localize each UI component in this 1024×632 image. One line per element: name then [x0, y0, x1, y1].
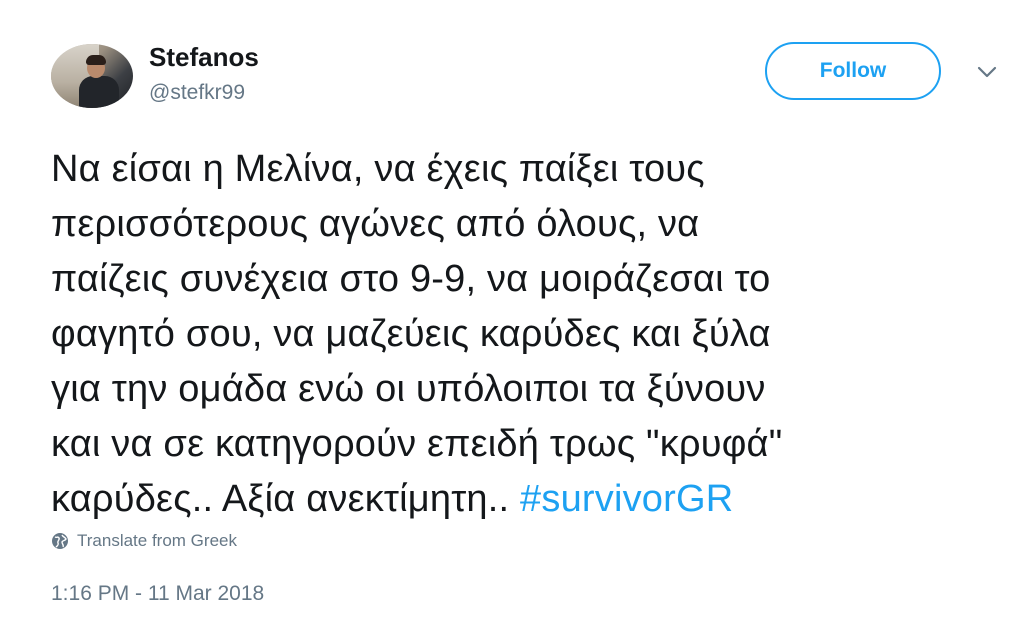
tweet-text-segment: καρύδες.. Αξία ανεκτίμητη..	[51, 478, 521, 520]
chevron-down-icon[interactable]	[975, 62, 999, 82]
tweet-text: Να είσαι η Μελίνα, να έχεις παίξει τους …	[51, 142, 1011, 527]
tweet-card: Stefanos @stefkr99 Follow Να είσαι η Μελ…	[0, 0, 1024, 632]
user-display-name[interactable]: Stefanos	[149, 42, 259, 73]
tweet-text-line: περισσότερους αγώνες από όλους, να	[51, 203, 700, 245]
avatar[interactable]	[51, 44, 133, 108]
tweet-text-line-last: καρύδες.. Αξία ανεκτίμητη.. #survivorGR	[51, 472, 1011, 527]
tweet-text-line: παίζεις συνέχεια στο 9-9, να μοιράζεσαι …	[51, 258, 771, 300]
follow-button[interactable]: Follow	[765, 42, 941, 100]
user-handle[interactable]: @stefkr99	[149, 81, 245, 105]
hashtag-link[interactable]: #survivorGR	[520, 478, 733, 520]
tweet-text-line: για την ομάδα ενώ οι υπόλοιποι τα ξύνουν	[51, 368, 766, 410]
tweet-text-line: και να σε κατηγορούν επειδή τρως "κρυφά"	[51, 423, 783, 465]
tweet-text-line: Να είσαι η Μελίνα, να έχεις παίξει τους	[51, 148, 705, 190]
globe-icon	[52, 533, 68, 549]
translate-link[interactable]: Translate from Greek	[51, 531, 237, 551]
translate-label: Translate from Greek	[77, 531, 237, 550]
tweet-timestamp[interactable]: 1:16 PM - 11 Mar 2018	[51, 582, 264, 606]
tweet-text-line: φαγητό σου, να μαζεύεις καρύδες και ξύλα	[51, 313, 771, 355]
